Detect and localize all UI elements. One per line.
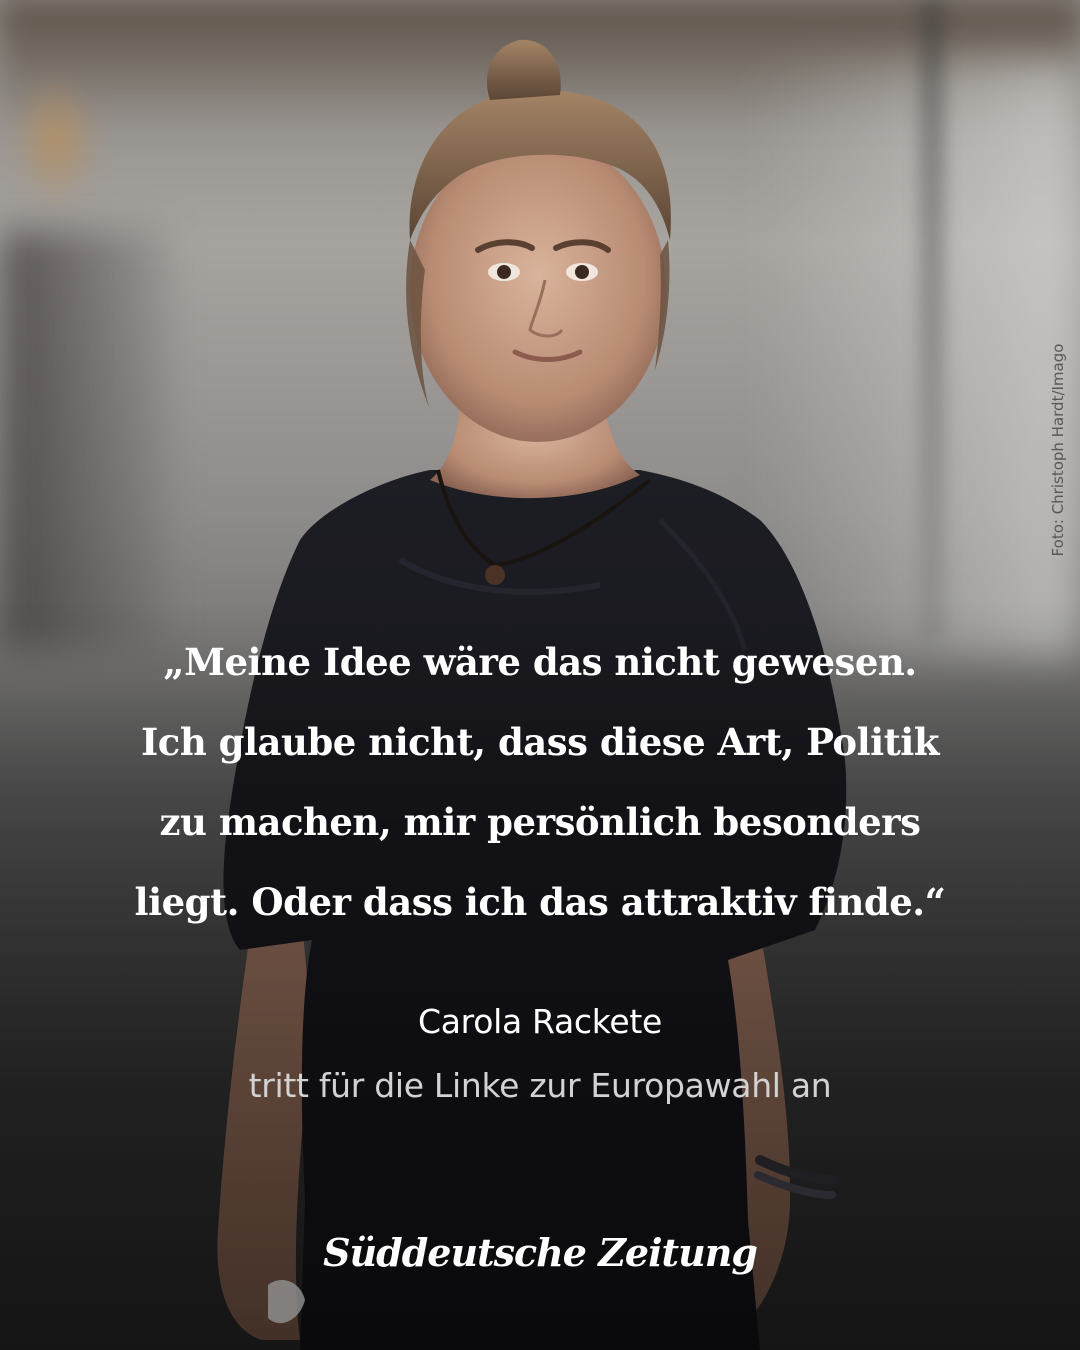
sz-logo: Süddeutsche Zeitung [323, 1230, 758, 1275]
quote-line: liegt. Oder dass ich das attraktiv finde… [134, 880, 946, 924]
pendant [485, 565, 505, 585]
speaker-description: tritt für die Linke zur Europawahl an [248, 1066, 832, 1105]
quote-line: zu machen, mir persönlich besonders [159, 800, 921, 844]
photo-credit: Foto: Christoph Hardt/Imago [1049, 343, 1067, 557]
quote-line: Ich glaube nicht, dass diese Art, Politi… [140, 720, 940, 764]
quote-card: „Meine Idee wäre das nicht gewesen. Ich … [0, 0, 1080, 1350]
hair-bun [486, 39, 561, 100]
quote-text: „Meine Idee wäre das nicht gewesen. Ich … [60, 622, 1020, 942]
quote-line: „Meine Idee wäre das nicht gewesen. [163, 640, 917, 684]
speaker-name: Carola Rackete [417, 1002, 663, 1041]
